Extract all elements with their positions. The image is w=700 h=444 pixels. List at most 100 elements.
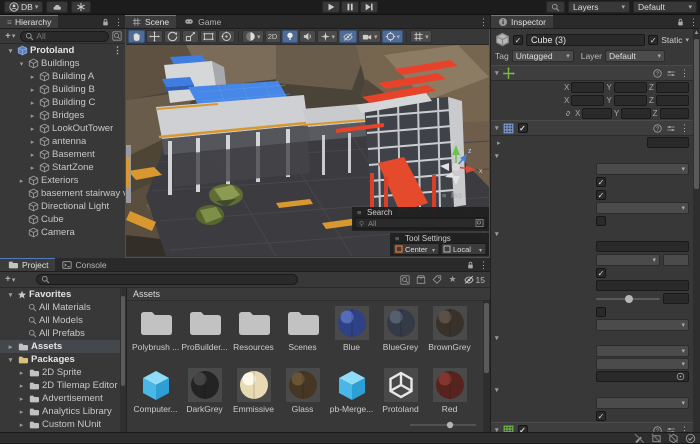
camera-settings[interactable]: ▾ [358,30,381,43]
project-search-input[interactable] [36,274,298,285]
asset-computer-[interactable]: Computer... [131,366,180,428]
static-dropdown-icon[interactable]: ▾ [685,36,689,44]
asset-emmissive[interactable]: Emmissive [229,366,278,428]
create-asset-button[interactable]: + ▾ [3,274,17,285]
checkbox[interactable] [596,216,606,226]
project-item-all-materials[interactable]: All Materials [0,301,126,314]
y-field[interactable] [621,108,650,119]
tab-inspector[interactable]: Inspector [491,15,553,28]
checkbox[interactable]: ✓ [596,268,606,278]
object-name-field[interactable]: Cube (3) [526,34,645,46]
expand-arrow-icon[interactable]: ▸ [28,138,37,146]
kebab-menu-icon[interactable]: ⋮ [479,260,488,271]
asset-protoland[interactable]: Protoland [376,366,425,428]
expand-arrow-icon[interactable]: ▾ [495,69,499,77]
help-icon[interactable]: ? [653,69,662,78]
hierarchy-item-lookouttower[interactable]: ▸ LookOutTower [0,122,125,135]
checkbox[interactable] [596,307,606,317]
mode-2d[interactable]: 2D [265,30,281,43]
layers-dropdown[interactable]: Layers ▾ [568,1,630,13]
kebab-menu-icon[interactable]: ⋮ [113,45,125,56]
lightmap-parameters-dropdown[interactable]: ▾ [596,254,660,266]
component-header-mesh-collider[interactable]: ▾ ✓ ? ⋮ [491,422,693,432]
motion-vectors-dropdown[interactable]: ▾ [596,397,689,409]
asset-probuilder-[interactable]: ProBuilder... [180,304,229,366]
effects-toggle[interactable]: ▾ [317,30,339,43]
foldout-lighting[interactable]: ▾ [491,149,693,162]
tab-console[interactable]: Console [55,258,113,271]
materials-count-field[interactable] [647,137,689,148]
scale-tool[interactable] [182,30,199,43]
checkbox[interactable]: ✓ [518,425,528,432]
foldout-additional-settings[interactable]: ▾ [491,383,693,396]
expand-arrow-icon[interactable]: ▾ [6,291,15,299]
inspector-scrollbar[interactable]: ▲ [693,29,700,432]
lighting-toggle[interactable] [282,30,298,43]
search-by-label-icon[interactable] [432,275,442,285]
scene-viewport[interactable]: y x z ≡ Iso ≡ Search ⚲ Al [126,45,489,256]
project-tree-scrollbar[interactable] [120,288,126,432]
asset-glass[interactable]: Glass [278,366,327,428]
expand-arrow-icon[interactable]: ▸ [28,86,37,94]
lock-icon[interactable] [466,260,475,270]
component-header-mesh-renderer[interactable]: ▾ ✓ ? ⋮ [491,120,693,136]
min-chart-size-dropdown[interactable]: ▾ [596,319,689,331]
kebab-menu-icon[interactable]: ⋮ [680,68,689,79]
expand-arrow-icon[interactable]: ▸ [6,343,15,351]
project-item-favorites[interactable]: ▾ Favorites [0,288,126,301]
expand-arrow-icon[interactable]: ▾ [495,124,499,132]
checkbox[interactable]: ✓ [596,190,606,200]
expand-arrow-icon[interactable]: ▸ [17,369,26,377]
z-field[interactable] [656,95,689,106]
play-button[interactable] [322,1,340,13]
receive-global-illu-dropdown[interactable]: ▾ [596,202,689,214]
expand-arrow-icon[interactable]: ▸ [17,421,26,429]
project-item-2d-sprite[interactable]: ▸ 2D Sprite [0,366,126,379]
anchor-override-field[interactable] [596,371,689,382]
brush-off-icon[interactable] [634,433,645,444]
light-probes-dropdown[interactable]: ▾ [596,345,689,357]
hierarchy-item-directional-light[interactable]: Directional Light [0,200,125,213]
search-by-type-icon[interactable] [416,275,426,285]
z-field[interactable] [656,82,689,93]
hierarchy-item-building-a[interactable]: ▸ Building A [0,70,125,83]
gizmos-toggle[interactable]: ▾ [382,30,404,43]
expand-arrow-icon[interactable]: ▾ [6,356,15,364]
tab-scene[interactable]: Scene [125,15,176,28]
asset-blue[interactable]: Blue [327,304,376,366]
hierarchy-item-antenna[interactable]: ▸ antenna [0,135,125,148]
lock-icon[interactable] [676,17,685,27]
orientation-mode-dropdown[interactable]: Local ▾ [441,244,486,255]
hierarchy-item-bridges[interactable]: ▸ Bridges [0,109,125,122]
x-field[interactable] [582,108,611,119]
x-field[interactable] [571,82,604,93]
expand-arrow-icon[interactable]: ▸ [28,151,37,159]
editor-search-button[interactable] [546,1,565,13]
checkbox[interactable]: ✓ [596,411,606,421]
package-off-icon[interactable] [651,433,662,444]
hierarchy-item-protoland[interactable]: ▾ Protoland ⋮ [0,44,125,57]
foldout-lightmapping[interactable]: ▾ [491,227,693,240]
object-picker-icon[interactable] [676,372,685,381]
lock-icon[interactable] [101,17,110,27]
hierarchy-item-camera[interactable]: Camera [0,226,125,239]
shading-mode[interactable]: ▾ [242,30,264,43]
project-item-assets[interactable]: ▸ Assets [0,340,126,353]
project-item-packages[interactable]: ▾ Packages [0,353,126,366]
checkbox[interactable]: ✓ [596,177,606,187]
expand-arrow-icon[interactable]: ▸ [17,177,26,185]
expand-arrow-icon[interactable]: ▾ [6,47,15,55]
account-button[interactable]: DB ▾ [4,1,43,13]
component-header-transform[interactable]: ▾ ? ⋮ [491,65,693,81]
star-icon[interactable]: ★ [448,274,456,285]
foldout-probes[interactable]: ▾ [491,331,693,344]
asset-scenes[interactable]: Scenes [278,304,327,366]
expand-arrow-icon[interactable]: ▸ [28,164,37,172]
cube-off-icon[interactable] [668,433,679,444]
expand-arrow-icon[interactable]: ▸ [28,112,37,120]
kebab-menu-icon[interactable]: ⋮ [479,17,488,28]
static-checkbox[interactable]: ✓ [648,35,658,45]
kebab-menu-icon[interactable]: ⋮ [114,17,123,28]
rect-tool[interactable] [200,30,217,43]
max-angle-field[interactable] [663,293,689,304]
